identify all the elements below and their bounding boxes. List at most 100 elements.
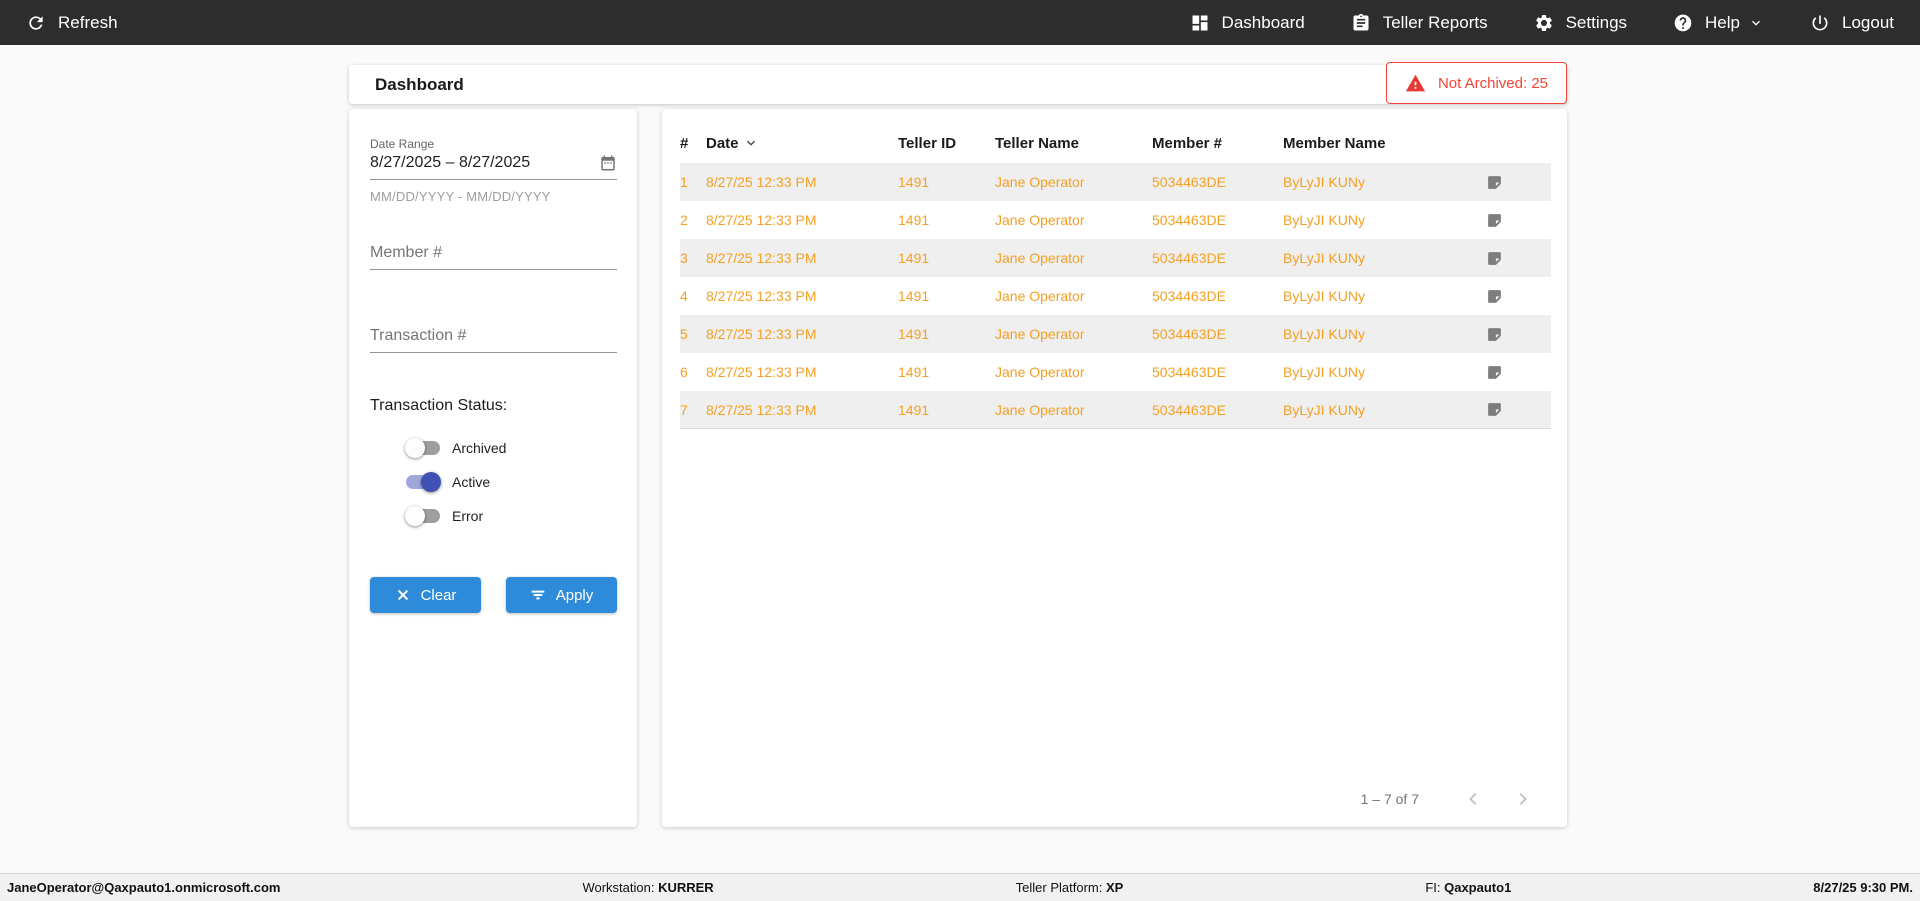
table-header-row: # Date Teller ID Teller Name Member # Me… [680, 123, 1551, 163]
calendar-icon[interactable] [599, 154, 617, 172]
gear-icon [1534, 13, 1554, 33]
next-page-button[interactable] [1511, 787, 1535, 811]
note-icon[interactable] [1486, 212, 1551, 229]
warning-triangle-icon [1405, 73, 1426, 94]
nav-logout[interactable]: Logout [1810, 13, 1894, 33]
table-row[interactable]: 6 8/27/25 12:33 PM 1491 Jane Operator 50… [680, 353, 1551, 391]
row-teller-id: 1491 [898, 364, 995, 380]
clear-button[interactable]: Clear [370, 577, 481, 613]
footer-platform: Teller Platform: XP [1016, 880, 1124, 895]
footer-workstation: Workstation: KURRER [582, 880, 713, 895]
row-teller-name: Jane Operator [995, 326, 1152, 342]
title-card: Dashboard [349, 65, 1567, 104]
row-number: 1 [680, 174, 706, 190]
date-range-underline [370, 179, 617, 180]
status-toggles: Archived Active Error [406, 431, 617, 533]
archived-switch[interactable] [406, 441, 440, 455]
col-header-member-num[interactable]: Member # [1152, 135, 1283, 152]
toggle-active[interactable]: Active [406, 465, 617, 499]
nav-dashboard-label: Dashboard [1222, 13, 1305, 33]
active-switch[interactable] [406, 475, 440, 489]
row-number: 3 [680, 250, 706, 266]
toggle-archived[interactable]: Archived [406, 431, 617, 465]
row-teller-id: 1491 [898, 288, 995, 304]
results-table-card: # Date Teller ID Teller Name Member # Me… [662, 109, 1567, 827]
table-row[interactable]: 2 8/27/25 12:33 PM 1491 Jane Operator 50… [680, 201, 1551, 239]
note-icon[interactable] [1486, 326, 1551, 343]
row-member-name: ByLyJI KUNy [1283, 212, 1486, 228]
nav-help-label: Help [1705, 13, 1740, 33]
row-member-num: 5034463DE [1152, 250, 1283, 266]
row-date: 8/27/25 12:33 PM [706, 402, 898, 418]
apply-button[interactable]: Apply [506, 577, 617, 613]
refresh-label: Refresh [58, 13, 118, 33]
chevron-down-icon [1752, 15, 1764, 31]
table-row[interactable]: 4 8/27/25 12:33 PM 1491 Jane Operator 50… [680, 277, 1551, 315]
footer-datetime: 8/27/25 9:30 PM. [1813, 880, 1913, 895]
col-header-teller-name[interactable]: Teller Name [995, 135, 1152, 152]
filter-icon [530, 587, 546, 603]
not-archived-badge[interactable]: Not Archived: 25 [1386, 62, 1567, 104]
table-row[interactable]: 3 8/27/25 12:33 PM 1491 Jane Operator 50… [680, 239, 1551, 277]
note-icon[interactable] [1486, 364, 1551, 381]
error-toggle-label: Error [452, 508, 483, 524]
row-member-num: 5034463DE [1152, 212, 1283, 228]
table-row[interactable]: 7 8/27/25 12:33 PM 1491 Jane Operator 50… [680, 391, 1551, 429]
col-header-num[interactable]: # [680, 135, 706, 152]
member-number-field[interactable]: Member # [370, 244, 617, 270]
nav-help[interactable]: Help [1673, 13, 1764, 33]
toggle-error[interactable]: Error [406, 499, 617, 533]
row-member-name: ByLyJI KUNy [1283, 174, 1486, 190]
note-icon[interactable] [1486, 401, 1551, 418]
note-icon[interactable] [1486, 250, 1551, 267]
nav-teller-reports[interactable]: Teller Reports [1351, 13, 1488, 33]
status-bar: JaneOperator@Qaxpauto1.onmicrosoft.com W… [0, 873, 1920, 901]
col-header-date[interactable]: Date [706, 135, 898, 152]
dashboard-icon [1190, 13, 1210, 33]
active-toggle-label: Active [452, 474, 490, 490]
row-number: 2 [680, 212, 706, 228]
row-teller-name: Jane Operator [995, 402, 1152, 418]
row-number: 4 [680, 288, 706, 304]
row-teller-id: 1491 [898, 212, 995, 228]
footer-fi: FI: Qaxpauto1 [1425, 880, 1511, 895]
date-range-label: Date Range [370, 137, 617, 151]
row-teller-id: 1491 [898, 326, 995, 342]
note-icon[interactable] [1486, 288, 1551, 305]
row-member-name: ByLyJI KUNy [1283, 250, 1486, 266]
pagination-range-label: 1 – 7 of 7 [1361, 791, 1419, 807]
table-body: 1 8/27/25 12:33 PM 1491 Jane Operator 50… [680, 163, 1551, 429]
row-member-name: ByLyJI KUNy [1283, 402, 1486, 418]
col-header-member-name[interactable]: Member Name [1283, 135, 1486, 152]
row-teller-name: Jane Operator [995, 212, 1152, 228]
footer-user: JaneOperator@Qaxpauto1.onmicrosoft.com [7, 880, 280, 895]
refresh-button[interactable]: Refresh [26, 13, 118, 33]
date-format-helper: MM/DD/YYYY - MM/DD/YYYY [370, 189, 617, 204]
error-switch[interactable] [406, 509, 440, 523]
nav-settings[interactable]: Settings [1534, 13, 1627, 33]
col-header-teller-id[interactable]: Teller ID [898, 135, 995, 152]
previous-page-button[interactable] [1461, 787, 1485, 811]
filter-panel: Date Range 8/27/2025 – 8/27/2025 MM/DD/Y… [349, 109, 637, 827]
row-date: 8/27/25 12:33 PM [706, 250, 898, 266]
member-number-placeholder: Member # [370, 244, 617, 262]
x-icon [395, 587, 411, 603]
nav-logout-label: Logout [1842, 13, 1894, 33]
table-row[interactable]: 1 8/27/25 12:33 PM 1491 Jane Operator 50… [680, 163, 1551, 201]
table-row[interactable]: 5 8/27/25 12:33 PM 1491 Jane Operator 50… [680, 315, 1551, 353]
page-title: Dashboard [375, 75, 464, 95]
row-member-name: ByLyJI KUNy [1283, 364, 1486, 380]
row-member-num: 5034463DE [1152, 402, 1283, 418]
date-range-input[interactable]: 8/27/2025 – 8/27/2025 [370, 154, 599, 172]
transaction-number-placeholder: Transaction # [370, 327, 617, 345]
refresh-icon [26, 13, 46, 33]
nav-dashboard[interactable]: Dashboard [1190, 13, 1305, 33]
sort-desc-icon [743, 135, 759, 151]
archived-toggle-label: Archived [452, 440, 506, 456]
nav-teller-reports-label: Teller Reports [1383, 13, 1488, 33]
row-member-num: 5034463DE [1152, 288, 1283, 304]
transaction-number-field[interactable]: Transaction # [370, 327, 617, 353]
row-teller-name: Jane Operator [995, 250, 1152, 266]
note-icon[interactable] [1486, 174, 1551, 191]
not-archived-label: Not Archived: 25 [1438, 75, 1548, 92]
